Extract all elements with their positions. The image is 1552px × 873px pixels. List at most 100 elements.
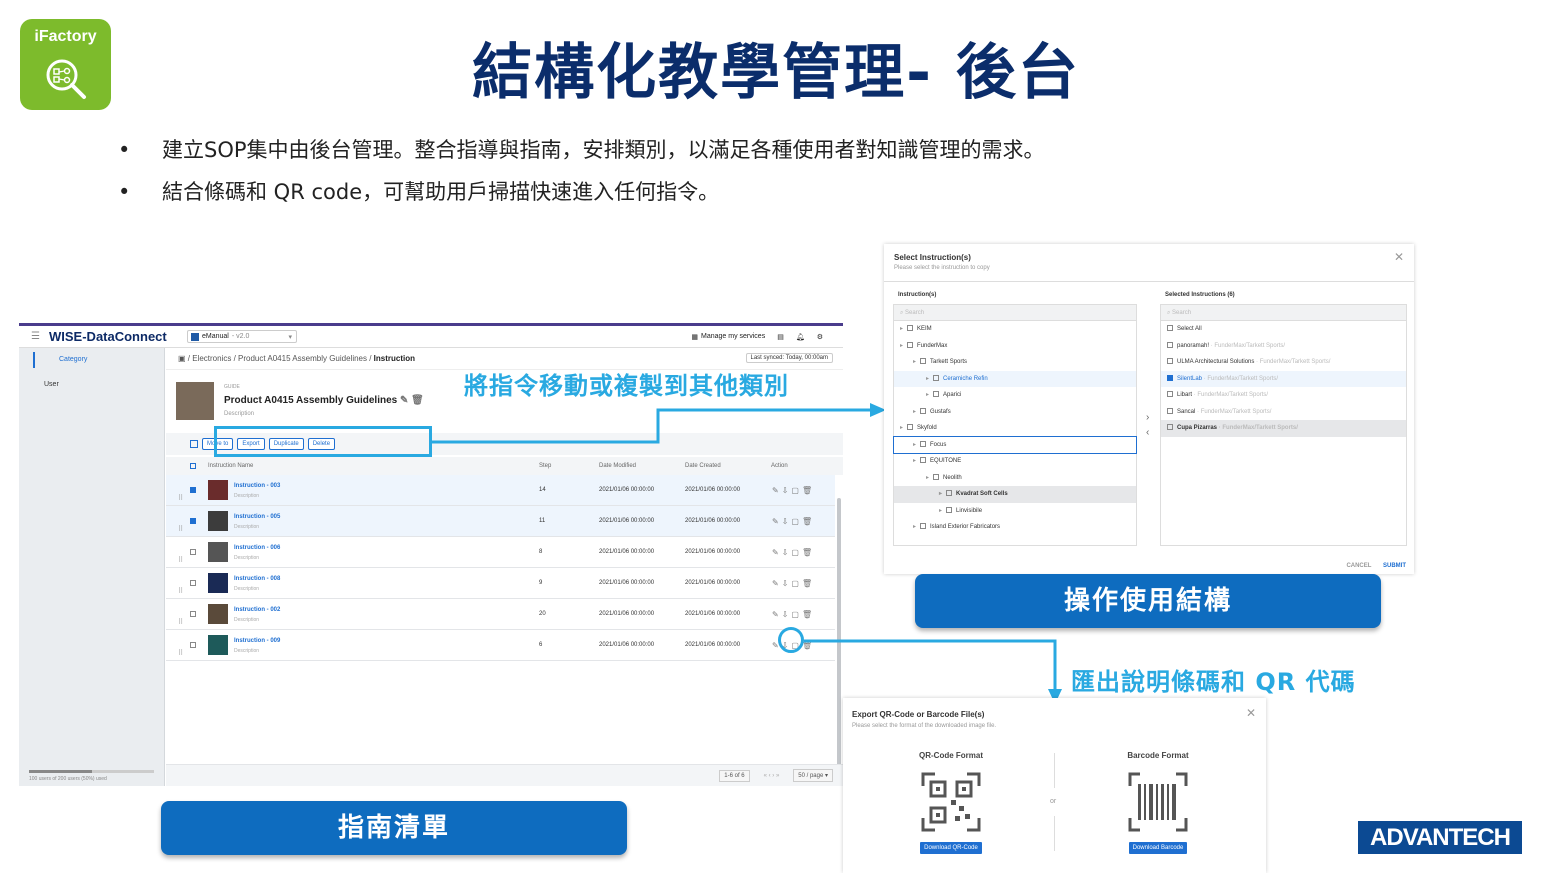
item-checkbox[interactable] [1167, 391, 1173, 398]
item-checkbox[interactable] [1167, 424, 1173, 431]
tree-node[interactable]: ▸ Kvadrat Soft Cells [894, 486, 1136, 503]
selected-item[interactable]: ULMA Architectural Solutions · FunderMax… [1161, 354, 1406, 371]
breadcrumb-item[interactable]: Product A0415 Assembly Guidelines [238, 354, 367, 363]
download-barcode-button[interactable]: Download Barcode [1128, 842, 1188, 854]
page-nav[interactable]: « ‹ › » [764, 773, 780, 779]
row-checkbox[interactable] [190, 611, 196, 617]
tree-node[interactable]: ▸ Focus [893, 435, 1137, 454]
expand-icon[interactable]: ▸ [913, 458, 916, 464]
table-row[interactable]: ⠿ Instruction - 003 Description 14 2021/01/0… [166, 475, 835, 506]
expand-icon[interactable]: ▸ [900, 343, 903, 349]
structure-button[interactable]: 操作使用結構 [915, 574, 1381, 628]
instruction-name[interactable]: Instruction - 006 [234, 542, 280, 554]
tree-node[interactable]: ▸ Neolith [894, 470, 1136, 487]
table-row[interactable]: ⠿ Instruction - 009 Description 6 2021/01/06… [166, 630, 835, 661]
transfer-arrows[interactable]: › ‹ [1146, 410, 1149, 440]
page-size-select[interactable]: 50 / page ▾ [793, 769, 833, 782]
table-row[interactable]: ⠿ Instruction - 006 Description 8 2021/01/06… [166, 537, 835, 568]
manage-services-link[interactable]: Manage my services [701, 333, 765, 340]
expand-icon[interactable]: ▸ [939, 491, 942, 497]
tree-node-label: Island Exterior Fabricators [930, 524, 1001, 530]
instruction-name[interactable]: Instruction - 005 [234, 511, 280, 523]
item-checkbox[interactable] [1167, 358, 1173, 365]
expand-icon[interactable]: ▸ [926, 392, 929, 398]
edit-icon[interactable]: ✎ [400, 395, 408, 406]
selected-item[interactable]: SilentLab · FunderMax/Tarkett Sports/ [1161, 370, 1406, 387]
gear-icon[interactable]: ⚙ [817, 333, 823, 341]
divider [1054, 753, 1055, 788]
tree-node[interactable]: ▸ Gustafs [894, 404, 1136, 421]
scrollbar[interactable] [837, 498, 841, 786]
instruction-name[interactable]: Instruction - 003 [234, 480, 280, 492]
item-checkbox[interactable] [1167, 341, 1173, 348]
trash-icon[interactable]: 🗑︎ [411, 395, 424, 406]
download-qr-button[interactable]: Download QR-Code [920, 842, 982, 854]
sidebar-item-category[interactable]: Category [33, 352, 164, 368]
selected-item[interactable]: Sancal · FunderMax/Tarkett Sports/ [1161, 404, 1406, 421]
tree-node[interactable]: ▸ Tarkett Sports [894, 354, 1136, 371]
row-actions[interactable]: ✎⇩▢🗑︎ [772, 537, 815, 568]
row-actions[interactable]: ✎⇩▢🗑︎ [772, 599, 815, 630]
tree-node[interactable]: ▸ KEIM [894, 321, 1136, 338]
tree-search-input[interactable]: ⌕ Search [894, 305, 1136, 321]
col-action: Action [771, 463, 788, 469]
item-checkbox[interactable] [1167, 407, 1173, 414]
header-checkbox[interactable] [190, 463, 196, 469]
expand-icon[interactable]: ▸ [939, 508, 942, 514]
selected-item[interactable]: Libart · FunderMax/Tarkett Sports/ [1161, 387, 1406, 404]
select-all-checkbox[interactable] [190, 440, 198, 448]
instruction-name[interactable]: Instruction - 002 [234, 604, 280, 616]
dashboard-icon[interactable]: ▤ [777, 333, 784, 341]
item-checkbox[interactable] [1167, 374, 1173, 381]
expand-icon[interactable]: ▸ [900, 326, 903, 332]
row-checkbox[interactable] [190, 549, 196, 555]
bell-icon[interactable]: 🔔︎ [796, 333, 805, 341]
row-actions[interactable]: ✎⇩▢🗑︎ [772, 568, 815, 599]
close-icon[interactable]: ✕ [1394, 250, 1404, 264]
table-row[interactable]: ⠿ Instruction - 005 Description 11 2021/01/0… [166, 506, 835, 537]
row-checkbox[interactable] [190, 642, 196, 648]
close-icon[interactable]: ✕ [1246, 706, 1256, 720]
cancel-button[interactable]: CANCEL [1346, 563, 1371, 569]
row-checkbox[interactable] [190, 580, 196, 586]
tree-node[interactable]: ▸ EQUITONE [894, 453, 1136, 470]
expand-icon[interactable]: ▸ [900, 425, 903, 431]
item-checkbox[interactable] [1167, 325, 1173, 332]
row-checkbox[interactable] [190, 487, 196, 493]
menu-icon[interactable]: ☰ [31, 331, 45, 342]
expand-icon[interactable]: ▸ [913, 524, 916, 530]
row-checkbox[interactable] [190, 518, 196, 524]
submit-button[interactable]: SUBMIT [1383, 563, 1406, 569]
row-actions[interactable]: ✎⇩▢🗑︎ [772, 506, 815, 537]
instruction-name[interactable]: Instruction - 009 [234, 635, 280, 647]
drag-handle-icon[interactable]: ⠿ [178, 638, 183, 669]
barcode-format-option: Barcode Format Download Barcode [1088, 751, 1228, 854]
expand-icon[interactable]: ▸ [913, 359, 916, 365]
instruction-name[interactable]: Instruction - 008 [234, 573, 280, 585]
tree-node[interactable]: ▸ Skyfold [894, 420, 1136, 437]
table-row[interactable]: ⠿ Instruction - 002 Description 20 2021/01/0… [166, 599, 835, 630]
tree-node[interactable]: ▸ Linvisibile [894, 503, 1136, 520]
expand-icon[interactable]: ▸ [913, 409, 916, 415]
selected-item[interactable]: Cupa Pizarras · FunderMax/Tarkett Sports… [1161, 420, 1406, 437]
row-actions[interactable]: ✎⇩▢🗑︎ [772, 475, 815, 506]
grid-icon[interactable]: ▦ [691, 333, 698, 341]
selected-search-input[interactable]: ⌕ Search [1161, 305, 1406, 321]
guide-list-button[interactable]: 指南清單 [161, 801, 627, 855]
breadcrumb-item[interactable]: Electronics [192, 354, 231, 363]
tree-node[interactable]: ▸ Aparici [894, 387, 1136, 404]
expand-icon[interactable]: ▸ [913, 442, 916, 448]
tree-node[interactable]: ▸ Ceramiche Refin [894, 370, 1136, 387]
sidebar-item-user[interactable]: User [19, 381, 164, 388]
tree-node[interactable]: ▸ FunderMax [894, 338, 1136, 355]
selected-item[interactable]: panoramah! · FunderMax/Tarkett Sports/ [1161, 338, 1406, 355]
tree-node[interactable]: ▸ Island Exterior Fabricators [894, 519, 1136, 536]
table-row[interactable]: ⠿ Instruction - 008 Description 9 2021/01/06… [166, 568, 835, 599]
app-selector[interactable]: eManual - v2.0 ▾ [187, 330, 297, 343]
selected-list: Select All panoramah! · FunderMax/Tarket… [1161, 321, 1406, 437]
expand-icon[interactable]: ▸ [926, 376, 929, 382]
expand-icon[interactable]: ▸ [926, 475, 929, 481]
selected-item[interactable]: Select All [1161, 321, 1406, 338]
date-modified: 2021/01/06 00:00:00 [599, 518, 655, 524]
table-footer: 1-6 of 6 « ‹ › » 50 / page ▾ [166, 764, 843, 786]
